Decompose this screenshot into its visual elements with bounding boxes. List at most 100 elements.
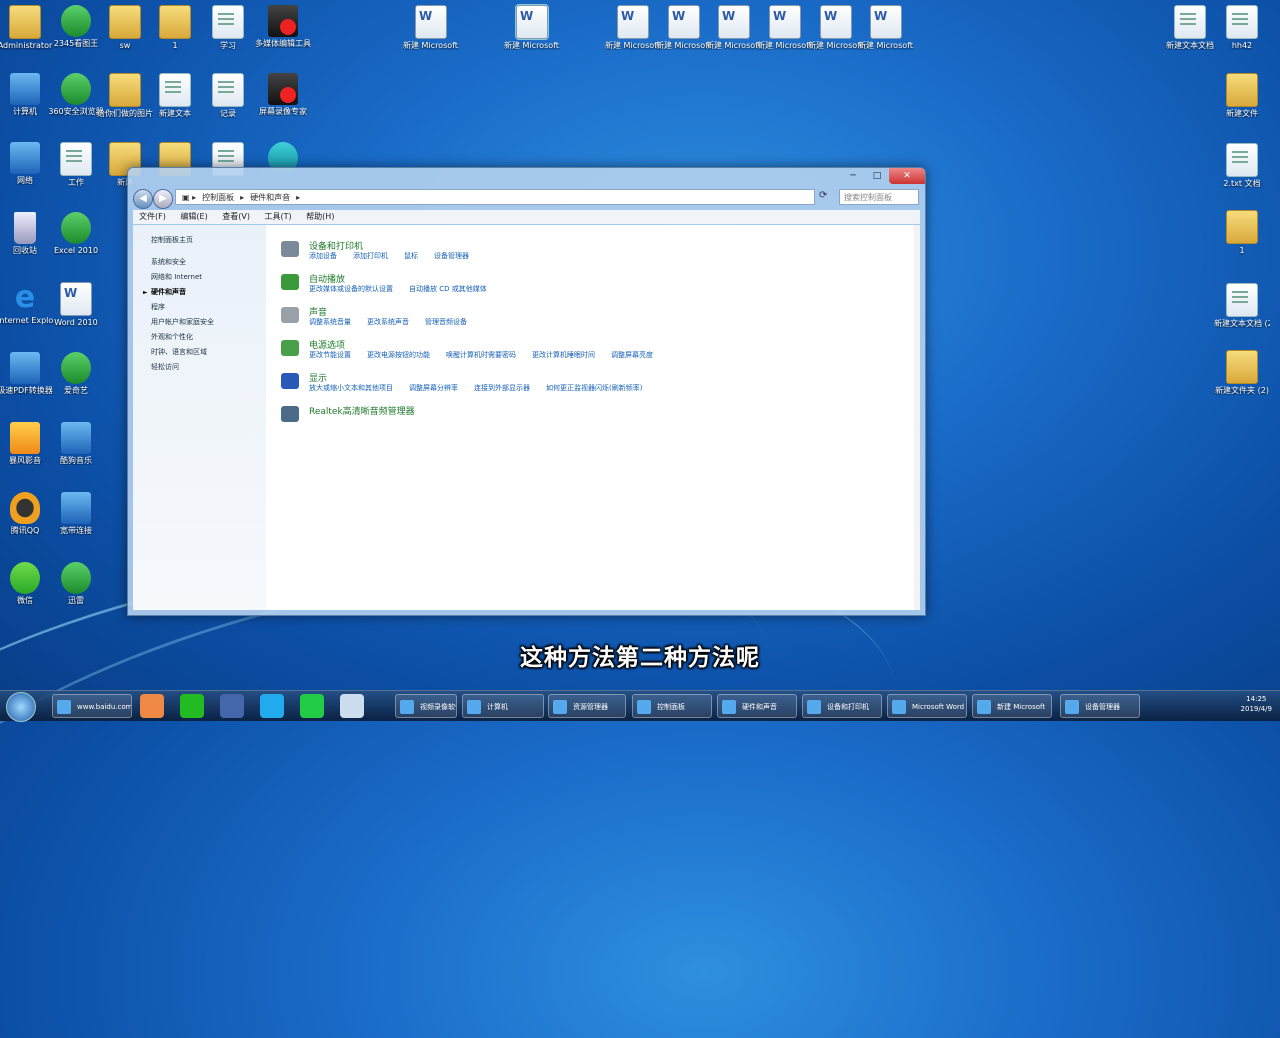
taskbar-item[interactable]: 硬件和声音 xyxy=(717,694,797,718)
sidebar-item[interactable]: 系统和安全 xyxy=(133,255,266,270)
category-link[interactable]: 添加设备 xyxy=(309,252,337,260)
desktop-icon[interactable]: 2.txt 文档 xyxy=(1214,143,1270,188)
breadcrumb-hardware-sound[interactable]: 硬件和声音 xyxy=(250,193,290,202)
sidebar-item[interactable]: 外观和个性化 xyxy=(133,330,266,345)
360-icon[interactable] xyxy=(180,694,204,718)
desktop-icon[interactable]: 新建 Microsoft... xyxy=(504,4,560,50)
minimize-button[interactable]: ─ xyxy=(841,168,865,184)
desktop-icon[interactable]: 宽带连接 xyxy=(48,492,104,535)
desktop-icon[interactable]: 腾讯QQ xyxy=(0,492,53,535)
maximize-button[interactable]: □ xyxy=(865,168,889,184)
desktop-icon[interactable]: 学习 xyxy=(200,5,256,50)
sidebar-home-link[interactable]: 控制面板主页 xyxy=(133,233,266,255)
title-bar[interactable]: ─ □ ✕ xyxy=(128,168,925,186)
taskbar-item[interactable]: 设备管理器 xyxy=(1060,694,1140,718)
desktop-icon[interactable]: 新建文本文档 xyxy=(1162,5,1218,50)
desktop-icon[interactable]: 微信 xyxy=(0,562,53,605)
desktop-icon[interactable]: eInternet Explorer xyxy=(0,282,53,326)
menu-tools[interactable]: 工具(T) xyxy=(265,212,292,221)
category-link[interactable]: 设备管理器 xyxy=(434,252,469,260)
desktop-icon[interactable]: 屏幕录像专家 xyxy=(255,73,311,116)
desktop-icon[interactable]: Word 2010 xyxy=(48,282,104,327)
desktop-icon[interactable]: 记录 xyxy=(200,73,256,118)
desktop-icon[interactable]: 网络 xyxy=(0,142,53,185)
category-link[interactable]: 更改节能设置 xyxy=(309,351,351,359)
category-link[interactable]: 添加打印机 xyxy=(353,252,388,260)
taskbar-item[interactable]: www.baidu.com xyxy=(52,694,132,718)
category-link[interactable]: 连接到外部显示器 xyxy=(474,384,530,392)
refresh-icon[interactable]: ⟳ xyxy=(819,190,827,201)
taskbar-item[interactable]: 资源管理器 xyxy=(548,694,626,718)
system-clock[interactable]: 14:25 2019/4/9 xyxy=(1241,694,1272,714)
iqiyi-icon[interactable] xyxy=(300,694,324,718)
sidebar-item[interactable]: 用户帐户和家庭安全 xyxy=(133,315,266,330)
category-link[interactable]: 更改电源按钮的功能 xyxy=(367,351,430,359)
desktop-icon[interactable]: 新建 Microsoft... xyxy=(403,5,459,50)
taskbar-item[interactable]: Microsoft Word xyxy=(887,694,967,718)
desktop-icon[interactable]: 新建 Microsoft... xyxy=(706,5,762,50)
back-arrow-icon[interactable]: ◀ xyxy=(133,189,153,209)
taskbar-item[interactable]: 设备和打印机 xyxy=(802,694,882,718)
menu-view[interactable]: 查看(V) xyxy=(222,212,250,221)
desktop-icon[interactable]: 暴风影音 xyxy=(0,422,53,465)
category-link[interactable]: 调整屏幕分辨率 xyxy=(409,384,458,392)
category-link[interactable]: 管理音频设备 xyxy=(425,318,467,326)
desktop-icon[interactable]: 新建 Microsoft... xyxy=(858,5,914,50)
menu-help[interactable]: 帮助(H) xyxy=(306,212,334,221)
category-link[interactable]: 自动播放 CD 或其他媒体 xyxy=(409,285,487,293)
desktop-icon[interactable]: 新建文本 xyxy=(147,73,203,118)
menu-edit[interactable]: 编辑(E) xyxy=(180,212,207,221)
sidebar-item[interactable]: 网络和 Internet xyxy=(133,270,266,285)
skype-icon[interactable] xyxy=(260,694,284,718)
desktop-icon[interactable]: 计算机 xyxy=(0,73,53,116)
taskbar-item[interactable]: 新建 Microsoft xyxy=(972,694,1052,718)
desktop-icon[interactable]: hh42 xyxy=(1214,5,1270,50)
desktop-icon[interactable]: Excel 2010 xyxy=(48,212,104,255)
desktop-icon[interactable]: Administrator xyxy=(0,5,53,50)
scrollbar[interactable] xyxy=(914,225,920,610)
desktop-icon[interactable]: sw xyxy=(97,5,153,50)
forward-arrow-icon[interactable]: ▶ xyxy=(153,189,173,209)
desktop-icon[interactable]: 极速PDF转换器 xyxy=(0,352,53,395)
category-link[interactable]: 调整屏幕亮度 xyxy=(611,351,653,359)
desktop-icon[interactable]: 给你们做的图片 xyxy=(97,73,153,118)
search-input[interactable]: 搜索控制面板 xyxy=(839,189,919,205)
desktop-icon[interactable]: 360安全浏览器 xyxy=(48,73,104,116)
category-link[interactable]: 放大或缩小文本和其他项目 xyxy=(309,384,393,392)
category-link[interactable]: 如何更正监视器闪烁(刷新频率) xyxy=(546,384,642,392)
desktop-icon[interactable]: 新建文件夹 (2) xyxy=(1214,350,1270,395)
breadcrumb-control-panel[interactable]: 控制面板 xyxy=(202,193,234,202)
desktop-icon[interactable]: 新建文件 xyxy=(1214,73,1270,118)
desktop-icon[interactable]: 新建 Microsoft... xyxy=(656,5,712,50)
desktop-icon[interactable]: 新建文本文档 (2) xyxy=(1214,283,1270,328)
address-bar[interactable]: ▣ ▸ 控制面板 ▸ 硬件和声音 ▸ xyxy=(175,189,815,205)
category-link[interactable]: 鼠标 xyxy=(404,252,418,260)
start-button[interactable] xyxy=(6,692,36,722)
desktop-icon[interactable]: 回收站 xyxy=(0,212,53,255)
calc-icon[interactable] xyxy=(220,694,244,718)
desktop-icon[interactable]: 1 xyxy=(147,5,203,50)
category-title[interactable]: Realtek高清晰音频管理器 xyxy=(309,404,415,417)
sidebar-item[interactable]: 轻松访问 xyxy=(133,360,266,375)
desktop-icon[interactable]: 爱奇艺 xyxy=(48,352,104,395)
desktop-icon[interactable]: 酷狗音乐 xyxy=(48,422,104,465)
sidebar-item[interactable]: 时钟、语言和区域 xyxy=(133,345,266,360)
desktop-icon[interactable]: 1 xyxy=(1214,210,1270,255)
desktop-icon[interactable]: 工作 xyxy=(48,142,104,187)
close-button[interactable]: ✕ xyxy=(889,168,925,184)
desktop-icon[interactable]: 新建 Microsoft... xyxy=(757,5,813,50)
desktop-icon[interactable]: 新建 Microsoft... xyxy=(605,5,661,50)
category-link[interactable]: 唤醒计算机时需要密码 xyxy=(446,351,516,359)
category-link[interactable]: 调整系统音量 xyxy=(309,318,351,326)
desktop-icon[interactable]: 迅雷 xyxy=(48,562,104,605)
desktop-icon[interactable]: 多媒体编辑工具 xyxy=(255,5,311,48)
taskbar-item[interactable]: 视频录像软件 xyxy=(395,694,457,718)
desktop-icon[interactable]: 新建 Microsoft... xyxy=(808,5,864,50)
category-link[interactable]: 更改计算机睡眠时间 xyxy=(532,351,595,359)
taskbar-item[interactable]: 计算机 xyxy=(462,694,544,718)
cloud-icon[interactable] xyxy=(340,694,364,718)
sidebar-item[interactable]: 硬件和声音 xyxy=(133,285,266,300)
category-link[interactable]: 更改系统声音 xyxy=(367,318,409,326)
category-link[interactable]: 更改媒体或设备的默认设置 xyxy=(309,285,393,293)
taskbar-item[interactable]: 控制面板 xyxy=(632,694,712,718)
